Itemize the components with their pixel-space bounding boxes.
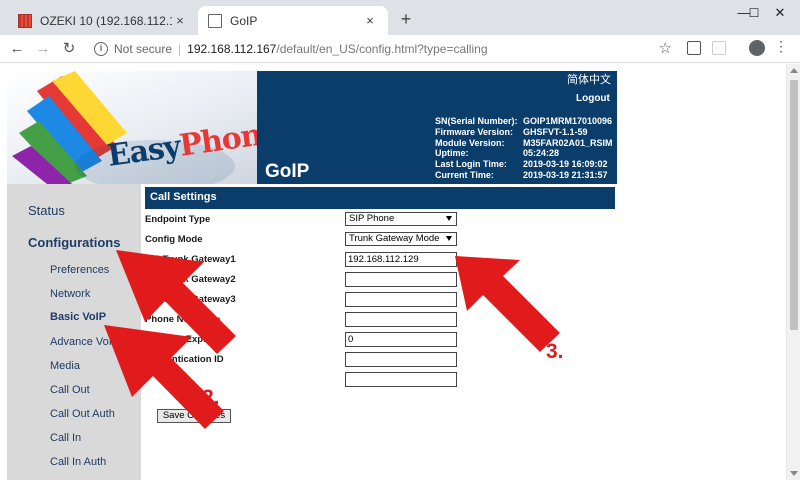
reload-button[interactable]: ↻ bbox=[58, 38, 80, 60]
tab-label: OZEKI 10 (192.168.112.129) bbox=[40, 13, 172, 28]
register-expiry-input[interactable]: 0 bbox=[345, 332, 457, 347]
trunk-gateway3-label: SIP Trunk Gateway3 bbox=[145, 294, 236, 305]
tab-label: GoIP bbox=[230, 13, 258, 28]
page-scrollbar[interactable] bbox=[786, 64, 800, 480]
language-link[interactable]: 简体中文 bbox=[567, 71, 611, 87]
close-tab-icon[interactable]: × bbox=[362, 13, 378, 28]
info-row: Firmware Version: GHSFVT-1.1-59 bbox=[435, 126, 588, 137]
phone-number-label: Phone Number bbox=[145, 314, 213, 325]
scroll-up-icon[interactable] bbox=[790, 68, 798, 73]
sidebar-item-media[interactable]: Media bbox=[50, 360, 80, 372]
trunk-gateway2-input[interactable] bbox=[345, 272, 457, 287]
bookmark-star-icon[interactable]: ☆ bbox=[659, 39, 672, 57]
trunk-gateway3-input[interactable] bbox=[345, 292, 457, 307]
address-separator: | bbox=[178, 42, 182, 56]
info-row: SN(Serial Number): GOIP1MRM17010096 bbox=[435, 116, 613, 126]
tab-ozeki[interactable]: OZEKI 10 (192.168.112.129) × bbox=[8, 6, 198, 35]
model-name: GoIP bbox=[265, 161, 310, 182]
scroll-down-icon[interactable] bbox=[790, 471, 798, 476]
sidebar-item-basic-voip[interactable]: Basic VoIP bbox=[50, 311, 106, 323]
save-changes-button[interactable]: Save Changes bbox=[157, 409, 231, 423]
register-expiry-label: Register Expiry(s) bbox=[145, 334, 227, 345]
web-page: EasyPhone GoIP 简体中文 Logout SN(Serial Num… bbox=[0, 64, 800, 480]
close-window-button[interactable]: ✕ bbox=[762, 0, 798, 26]
cast-icon[interactable] bbox=[712, 41, 726, 55]
info-row: Current Time: 2019-03-19 21:31:57 bbox=[435, 169, 608, 180]
sidebar-item-network[interactable]: Network bbox=[50, 288, 90, 300]
sidebar-item-call-in[interactable]: Call In bbox=[50, 432, 81, 444]
info-row: Module Version: M35FAR02A01_RSIM bbox=[435, 137, 613, 148]
device-info: SN(Serial Number): GOIP1MRM17010096 Firmw… bbox=[435, 116, 613, 181]
menu-dots-icon[interactable]: ⋮ bbox=[774, 39, 788, 53]
trunk-gateway2-label: SIP Trunk Gateway2 bbox=[145, 274, 236, 285]
scroll-thumb[interactable] bbox=[790, 80, 798, 330]
tab-strip: OZEKI 10 (192.168.112.129) × GoIP × + — … bbox=[0, 0, 800, 35]
config-mode-label: Config Mode bbox=[145, 234, 203, 245]
browser-toolbar: ← → ↻ i Not secure | 192.168.112.167 /de… bbox=[0, 35, 800, 63]
endpoint-type-select[interactable]: SIP Phone bbox=[345, 212, 457, 226]
sidebar-item-call-out[interactable]: Call Out bbox=[50, 384, 90, 396]
forward-button[interactable]: → bbox=[32, 38, 54, 60]
trunk-gateway1-label: SIP Trunk Gateway1 bbox=[145, 254, 236, 265]
goip-header: EasyPhone GoIP 简体中文 Logout SN(Serial Num… bbox=[7, 71, 617, 184]
url-host: 192.168.112.167 bbox=[187, 42, 277, 56]
tab-goip[interactable]: GoIP × bbox=[198, 6, 388, 35]
close-tab-icon[interactable]: × bbox=[172, 13, 188, 28]
info-row: Uptime: 05:24:28 bbox=[435, 148, 560, 159]
sidebar-item-status[interactable]: Status bbox=[28, 203, 65, 218]
url-path: /default/en_US/config.html?type=calling bbox=[276, 42, 488, 56]
ozeki-favicon-icon bbox=[18, 13, 32, 28]
password-input[interactable] bbox=[345, 372, 457, 387]
info-icon[interactable]: i bbox=[94, 42, 108, 56]
sidebar-item-call-in-auth[interactable]: Call In Auth bbox=[50, 456, 106, 468]
sidebar-item-preferences[interactable]: Preferences bbox=[50, 264, 109, 276]
info-row: Last Login Time: 2019-03-19 16:09:02 bbox=[435, 159, 608, 170]
easyphone-logo: EasyPhone bbox=[7, 71, 257, 184]
address-bar[interactable]: i Not secure | 192.168.112.167 /default/… bbox=[86, 37, 676, 61]
new-tab-button[interactable]: + bbox=[396, 9, 416, 29]
config-mode-value: Trunk Gateway Mode bbox=[349, 233, 440, 244]
chevron-down-icon bbox=[446, 236, 452, 241]
security-label: Not secure bbox=[114, 42, 173, 56]
logout-link[interactable]: Logout bbox=[576, 93, 610, 104]
maximize-button[interactable]: ☐ bbox=[744, 0, 764, 26]
endpoint-type-label: Endpoint Type bbox=[145, 214, 211, 225]
back-button[interactable]: ← bbox=[6, 38, 28, 60]
sidebar-item-configurations[interactable]: Configurations bbox=[28, 235, 120, 250]
document-favicon-icon bbox=[208, 13, 222, 28]
authentication-id-input[interactable] bbox=[345, 352, 457, 367]
trunk-gateway1-input[interactable]: 192.168.112.129 bbox=[345, 252, 457, 267]
sidebar-item-call-out-auth[interactable]: Call Out Auth bbox=[50, 408, 115, 420]
panel-title: Call Settings bbox=[145, 187, 615, 209]
sidebar: Status Configurations Preferences Networ… bbox=[7, 184, 141, 480]
endpoint-type-value: SIP Phone bbox=[349, 213, 395, 224]
config-mode-select[interactable]: Trunk Gateway Mode bbox=[345, 232, 457, 246]
browser-window: OZEKI 10 (192.168.112.129) × GoIP × + — … bbox=[0, 0, 800, 480]
authentication-id-label: Authentication ID bbox=[145, 354, 224, 365]
phone-number-input[interactable] bbox=[345, 312, 457, 327]
extension-icon[interactable] bbox=[687, 41, 701, 55]
sidebar-item-advance-voip[interactable]: Advance VoIP bbox=[50, 336, 119, 348]
account-avatar-icon[interactable] bbox=[749, 40, 765, 56]
chevron-down-icon bbox=[446, 216, 452, 221]
